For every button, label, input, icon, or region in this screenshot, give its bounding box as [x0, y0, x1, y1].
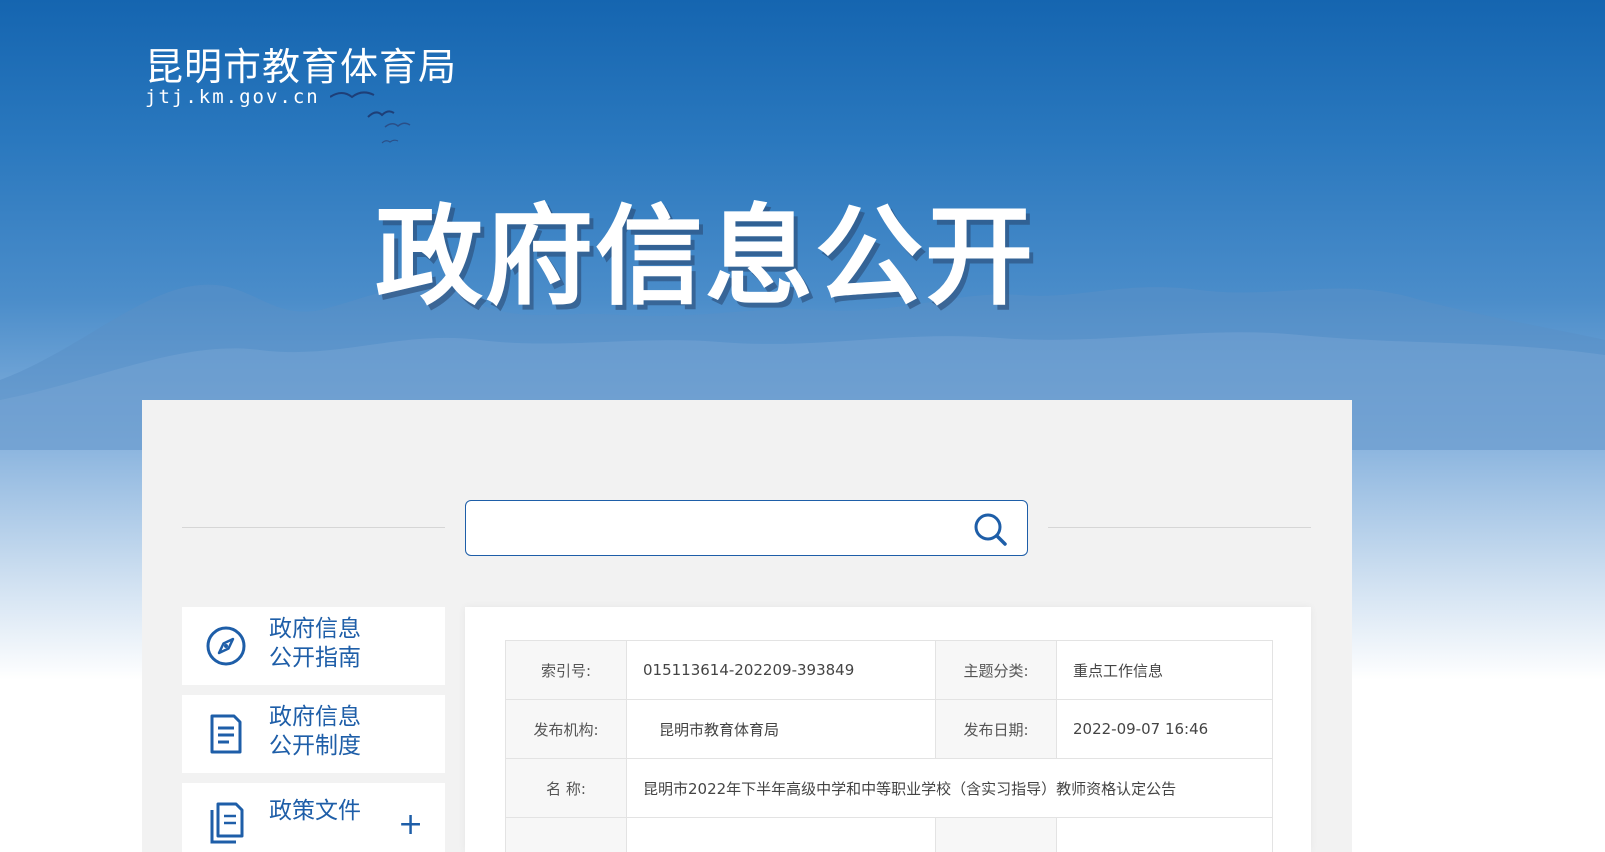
divider-left: [182, 527, 445, 528]
birds-decoration: [330, 91, 411, 144]
search-input[interactable]: [480, 511, 960, 545]
index-value: 015113614-202209-393849: [626, 640, 936, 700]
publisher-label: 发布机构:: [505, 699, 627, 759]
files-icon: [210, 802, 244, 844]
table-row: [505, 817, 1273, 852]
table-row: 索引号: 015113614-202209-393849 主题分类: 重点工作信…: [505, 640, 1273, 700]
expand-icon[interactable]: +: [398, 807, 423, 842]
publisher-value: 昆明市教育体育局: [626, 699, 936, 759]
table-cell: [626, 817, 936, 852]
sidebar-item-policy-files[interactable]: 政策文件 +: [182, 783, 445, 852]
table-row: 发布机构: 昆明市教育体育局 发布日期: 2022-09-07 16:46: [505, 699, 1273, 759]
page-title: 政府信息公开: [375, 195, 1036, 320]
table-cell: [935, 817, 1057, 852]
topic-label: 主题分类:: [935, 640, 1057, 700]
divider-right: [1048, 527, 1311, 528]
sidebar-item-disclosure-guide[interactable]: 政府信息 公开指南: [182, 607, 445, 685]
org-name[interactable]: 昆明市教育体育局: [145, 36, 457, 91]
sidebar-item-label: 公开制度: [269, 733, 361, 759]
compass-icon: [206, 626, 246, 666]
name-label: 名 称:: [505, 758, 627, 818]
document-icon: [210, 714, 242, 754]
search-box: [465, 500, 1028, 556]
site-domain: jtj.km.gov.cn: [145, 86, 320, 108]
table-row: 名 称: 昆明市2022年下半年高级中学和中等职业学校（含实习指导）教师资格认定…: [505, 758, 1273, 818]
date-label: 发布日期:: [935, 699, 1057, 759]
name-value: 昆明市2022年下半年高级中学和中等职业学校（含实习指导）教师资格认定公告: [626, 758, 1273, 818]
sidebar-item-label: 政策文件: [269, 798, 361, 824]
date-value: 2022-09-07 16:46: [1056, 699, 1273, 759]
table-cell: [505, 817, 627, 852]
sidebar-item-label: 政府信息: [269, 616, 361, 642]
search-icon: [974, 513, 1007, 546]
table-cell: [1056, 817, 1273, 852]
search-button[interactable]: [970, 509, 1010, 549]
sidebar-item-disclosure-system[interactable]: 政府信息 公开制度: [182, 695, 445, 773]
index-label: 索引号:: [505, 640, 627, 700]
sidebar-item-label: 公开指南: [269, 645, 361, 671]
topic-value: 重点工作信息: [1056, 640, 1273, 700]
sidebar-item-label: 政府信息: [269, 704, 361, 730]
info-table: 索引号: 015113614-202209-393849 主题分类: 重点工作信…: [505, 640, 1273, 852]
